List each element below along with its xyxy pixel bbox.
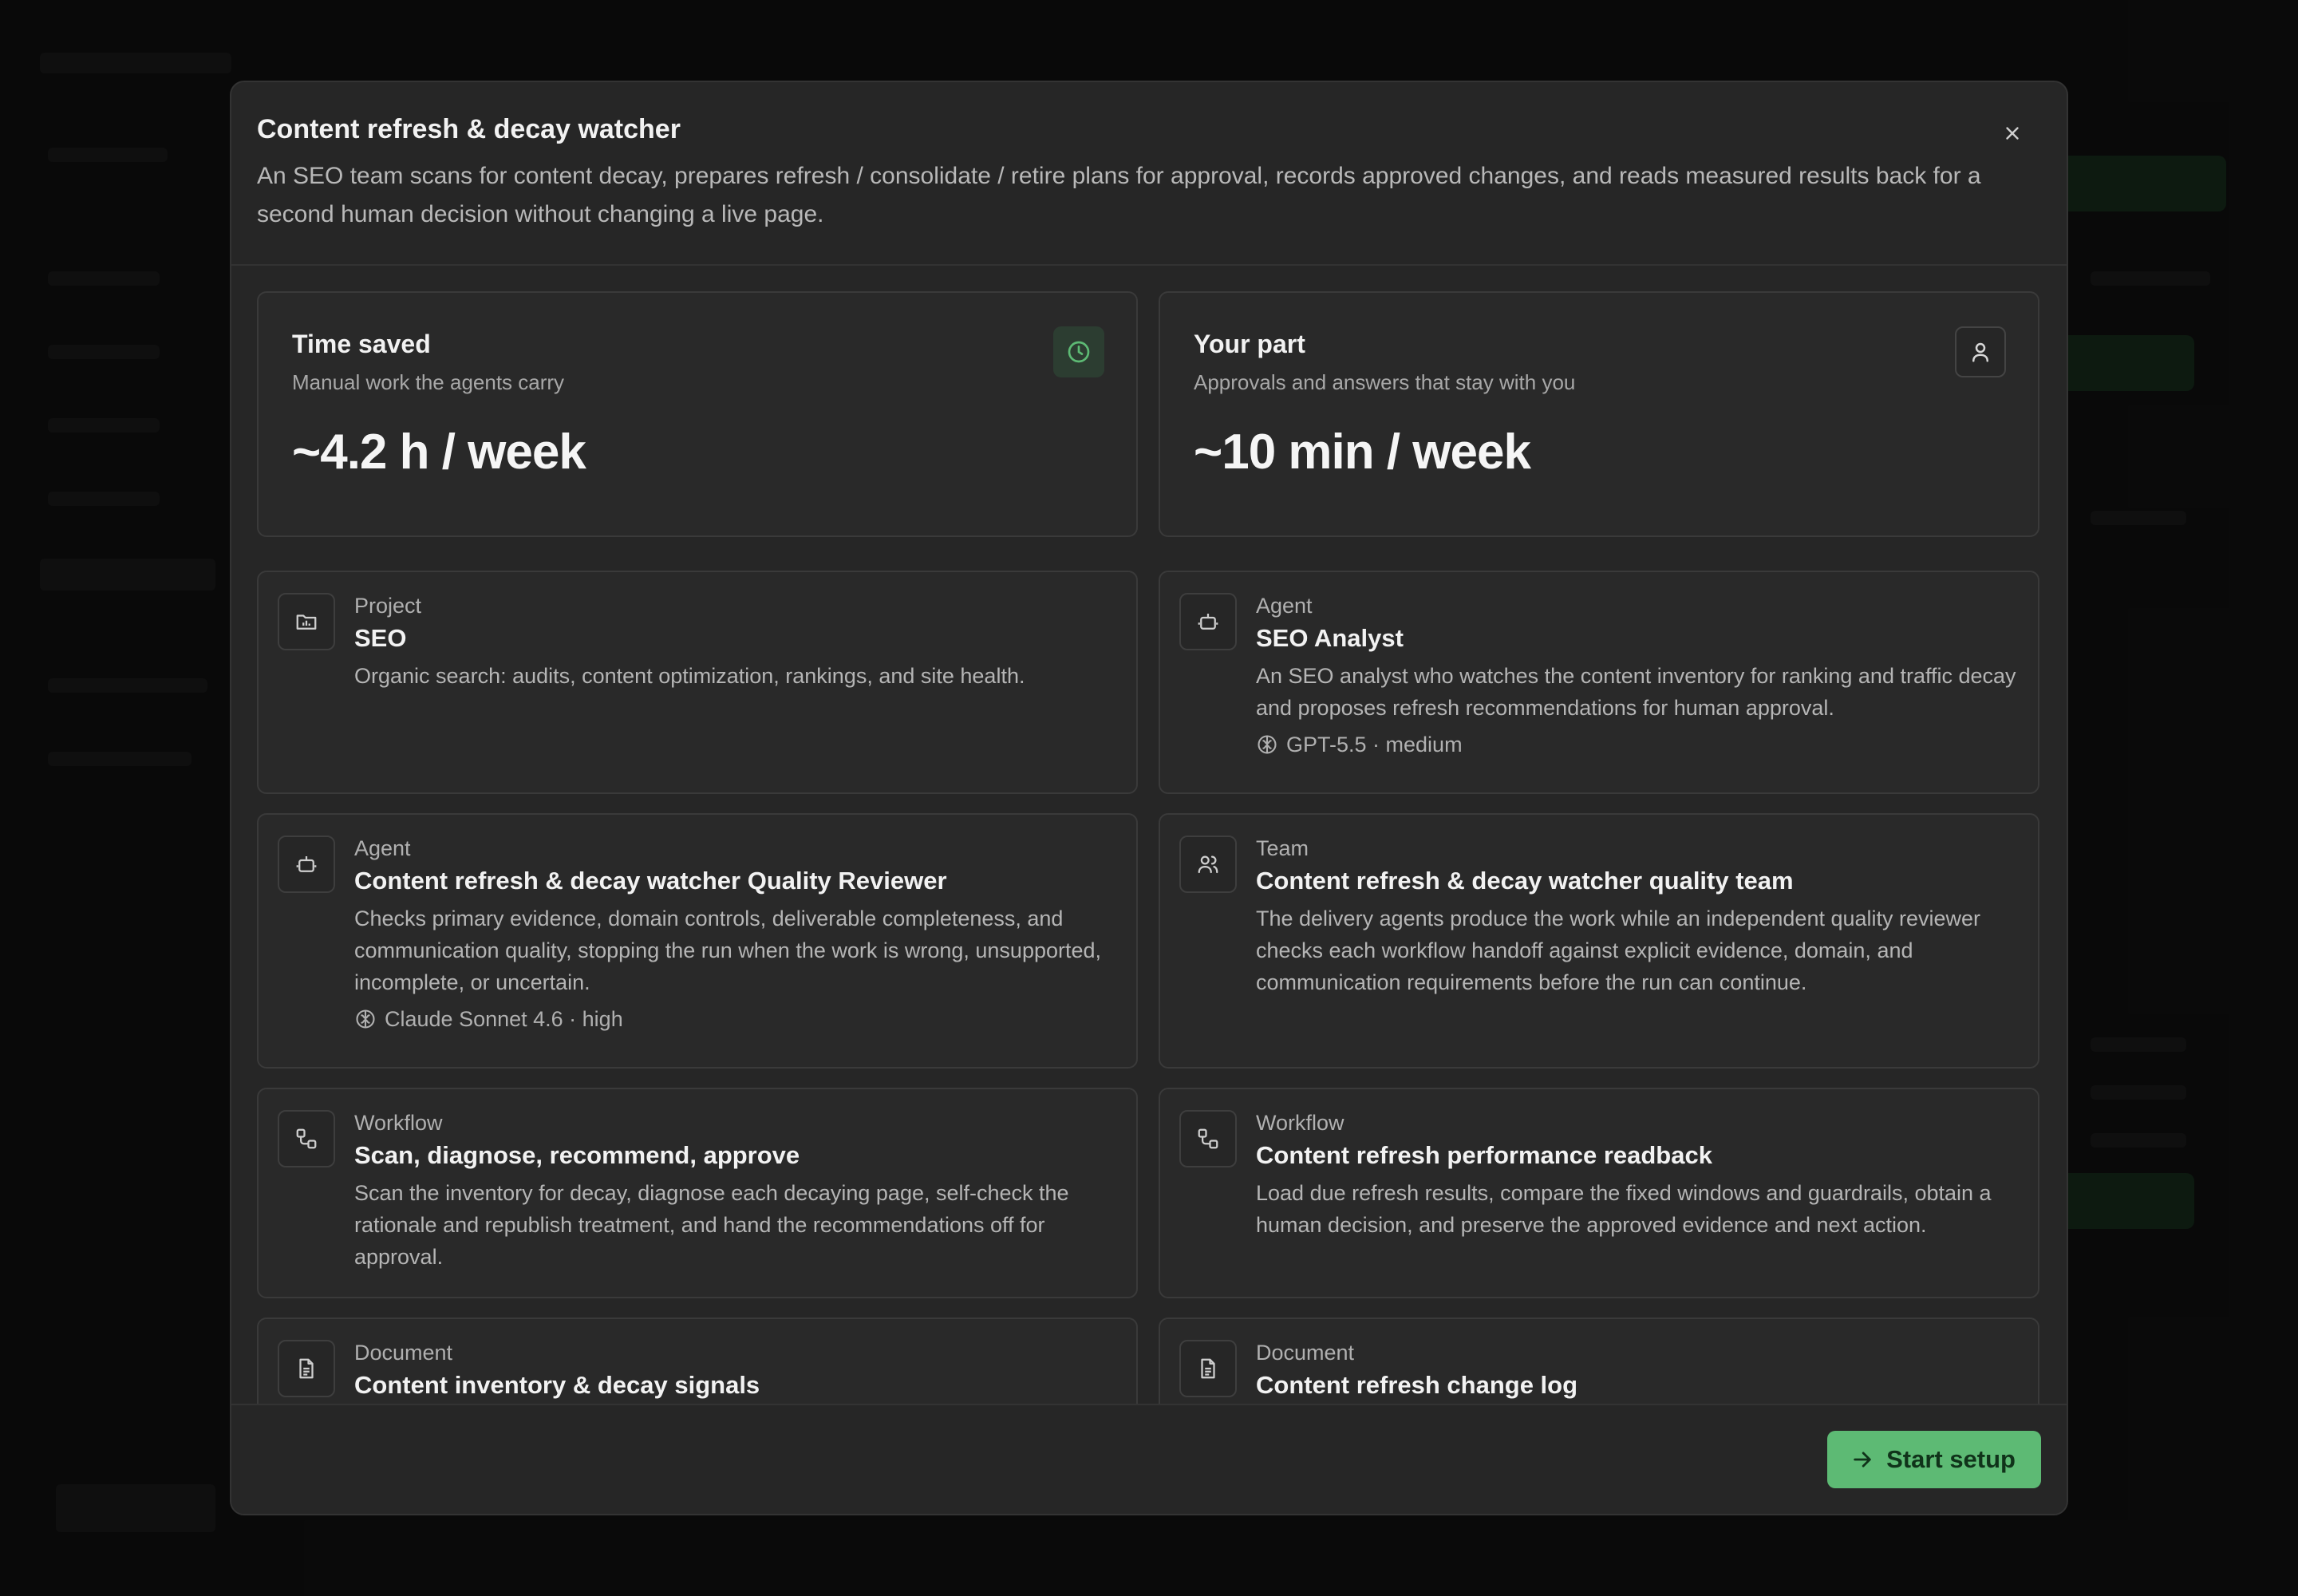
item-kind: Agent [1256,594,1313,618]
item-kind: Document [354,1341,453,1365]
item-kind: Agent [354,836,411,860]
item-kind: Team [1256,836,1309,860]
modal-body[interactable]: Time saved Manual work the agents carry … [257,291,2041,1488]
stat-title: Your part [1194,330,1305,358]
agent-card[interactable]: Agent SEO Analyst An SEO analyst who wat… [1159,571,2039,794]
brain-icon [356,1009,375,1029]
start-setup-label: Start setup [1886,1445,2016,1473]
item-kind: Document [1256,1341,1355,1365]
folder-icon [278,593,335,650]
item-description: Organic search: audits, content optimiza… [354,664,1025,688]
time-saved-card: Time saved Manual work the agents carry … [257,291,1138,537]
item-name: Content refresh & decay watcher Quality … [354,867,947,895]
brain-icon [1258,735,1277,754]
item-name: SEO Analyst [1256,624,1404,652]
modal-header: Content refresh & decay watcher An SEO t… [231,82,2067,266]
template-detail-modal: Content refresh & decay watcher An SEO t… [230,81,2068,1515]
item-kind: Workflow [1256,1111,1344,1135]
model-info: GPT-5.5 · medium [1256,730,2019,759]
model-label: GPT-5.5 · medium [1286,733,1463,757]
project-card[interactable]: Project SEO Organic search: audits, cont… [257,571,1138,794]
stat-subtitle: Approvals and answers that stay with you [1194,370,1576,394]
item-kind: Workflow [354,1111,443,1135]
user-icon [1955,326,2006,377]
item-kind: Project [354,594,422,618]
modal-title: Content refresh & decay watcher [257,114,681,144]
workflow-card[interactable]: Workflow Content refresh performance rea… [1159,1088,2039,1298]
start-setup-button[interactable]: Start setup [1827,1431,2041,1488]
workflow-icon [278,1110,335,1167]
item-description: The delivery agents produce the work whi… [1256,907,1981,994]
item-name: Content inventory & decay signals [354,1371,760,1399]
item-description: An SEO analyst who watches the content i… [1256,664,2016,720]
agent-card[interactable]: Agent Content refresh & decay watcher Qu… [257,813,1138,1069]
your-part-card: Your part Approvals and answers that sta… [1159,291,2039,537]
users-icon [1179,836,1237,893]
item-name: Content refresh & decay watcher quality … [1256,867,1794,895]
modal-description: An SEO team scans for content decay, pre… [257,163,1981,227]
document-icon [278,1340,335,1397]
item-name: Content refresh performance readback [1256,1141,1712,1169]
bot-icon [1179,593,1237,650]
modal-footer: Start setup [231,1404,2067,1514]
item-description: Checks primary evidence, domain controls… [354,907,1102,994]
clock-icon [1053,326,1104,377]
model-info: Claude Sonnet 4.6 · high [354,1005,1117,1033]
arrow-right-icon [1854,1452,1871,1468]
bot-icon [278,836,335,893]
close-icon [2006,127,2019,140]
workflow-icon [1179,1110,1237,1167]
item-name: Scan, diagnose, recommend, approve [354,1141,800,1169]
item-description: Scan the inventory for decay, diagnose e… [354,1181,1069,1269]
item-description: Load due refresh results, compare the fi… [1256,1181,1992,1237]
model-label: Claude Sonnet 4.6 · high [385,1007,623,1031]
stat-subtitle: Manual work the agents carry [292,370,565,394]
stat-title: Time saved [292,330,431,358]
stat-value: ~10 min / week [1194,425,1531,480]
team-card[interactable]: Team Content refresh & decay watcher qua… [1159,813,2039,1069]
item-name: SEO [354,624,407,652]
item-name: Content refresh change log [1256,1371,1578,1399]
stat-value: ~4.2 h / week [292,425,586,480]
document-icon [1179,1340,1237,1397]
workflow-card[interactable]: Workflow Scan, diagnose, recommend, appr… [257,1088,1138,1298]
close-button[interactable] [1996,117,2028,149]
